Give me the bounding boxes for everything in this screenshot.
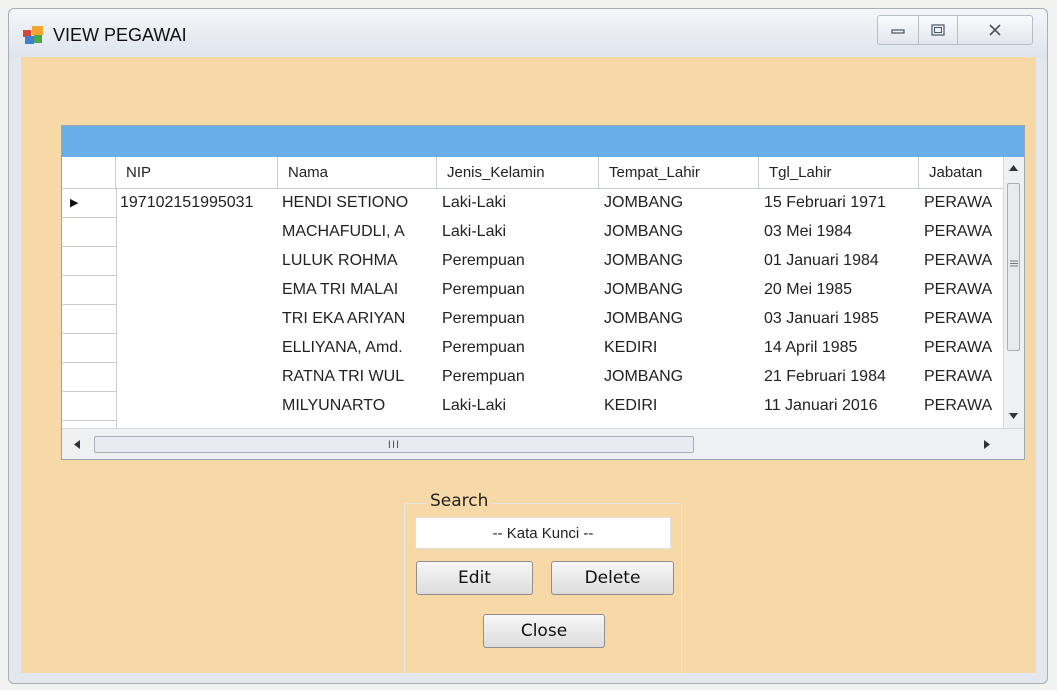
cell-tgl-lahir[interactable]: 01 Januari 1984: [764, 247, 917, 276]
row-header[interactable]: [62, 363, 116, 392]
cell-jenis-kelamin[interactable]: Perempuan: [442, 363, 597, 392]
cell-jabatan[interactable]: PERAWA: [924, 392, 1004, 421]
column-header-jabatan[interactable]: Jabatan: [919, 157, 1006, 189]
cell-tgl-lahir[interactable]: 03 Januari 1985: [764, 305, 917, 334]
row-header[interactable]: ▶: [62, 189, 116, 218]
cell-nama[interactable]: TRI EKA ARIYAN: [282, 305, 434, 334]
row-header[interactable]: [62, 305, 116, 334]
cell-nama[interactable]: EMA TRI MALAI: [282, 276, 434, 305]
column-header-jenis-kelamin[interactable]: Jenis_Kelamin: [437, 157, 599, 189]
cell-tempat-lahir[interactable]: JOMBANG: [604, 189, 757, 218]
cell-nama[interactable]: ELLIYANA, Amd.: [282, 334, 434, 363]
scroll-down-icon[interactable]: [1009, 413, 1018, 419]
cell-jenis-kelamin[interactable]: Perempuan: [442, 334, 597, 363]
scroll-up-icon[interactable]: [1009, 165, 1018, 171]
cell-jenis-kelamin[interactable]: Perempuan: [442, 276, 597, 305]
cell-tgl-lahir[interactable]: 03 Mei 1984: [764, 218, 917, 247]
title-bar[interactable]: VIEW PEGAWAI: [9, 9, 1047, 57]
grip-label: III: [387, 438, 401, 451]
cell-nama[interactable]: MILYUNARTO: [282, 392, 434, 421]
close-button[interactable]: Close: [483, 614, 605, 648]
horizontal-scrollbar[interactable]: III: [62, 428, 1024, 459]
cell-nama[interactable]: LULUK ROHMA: [282, 247, 434, 276]
window-title: VIEW PEGAWAI: [53, 25, 187, 45]
cell-jabatan[interactable]: PERAWA: [924, 218, 1004, 247]
cell-tempat-lahir[interactable]: JOMBANG: [604, 247, 757, 276]
cell-jabatan[interactable]: PERAWA: [924, 334, 1004, 363]
cell-jabatan[interactable]: PERAWA: [924, 189, 1004, 218]
vertical-scroll-thumb[interactable]: [1007, 183, 1020, 351]
cell-tgl-lahir[interactable]: 15 Februari 1971: [764, 189, 917, 218]
edit-button[interactable]: Edit: [416, 561, 533, 595]
cell-tempat-lahir[interactable]: JOMBANG: [604, 218, 757, 247]
cell-tgl-lahir[interactable]: 11 Januari 2016: [764, 392, 917, 421]
cell-jabatan[interactable]: PERAWA: [924, 247, 1004, 276]
scroll-right-icon[interactable]: [984, 440, 990, 449]
cell-tempat-lahir[interactable]: JOMBANG: [604, 276, 757, 305]
cell-jenis-kelamin[interactable]: Laki-Laki: [442, 392, 597, 421]
current-row-indicator-icon: ▶: [70, 197, 79, 209]
cell-jabatan[interactable]: PERAWA: [924, 276, 1004, 305]
view-pegawai-window: VIEW PEGAWAI NIP Nama Jenis_Kelamin Temp…: [8, 8, 1048, 684]
cell-jabatan[interactable]: PERAWA: [924, 363, 1004, 392]
row-header[interactable]: [62, 218, 116, 247]
maximize-icon: [931, 24, 945, 36]
close-window-button[interactable]: [957, 15, 1033, 45]
cell-jenis-kelamin[interactable]: Laki-Laki: [442, 218, 597, 247]
app-icon: [23, 26, 43, 44]
cell-tempat-lahir[interactable]: JOMBANG: [604, 363, 757, 392]
row-header[interactable]: [62, 334, 116, 363]
close-icon: [989, 24, 1001, 36]
cell-jenis-kelamin[interactable]: Laki-Laki: [442, 189, 597, 218]
column-header-nip[interactable]: NIP: [116, 157, 278, 189]
cell-tempat-lahir[interactable]: KEDIRI: [604, 392, 757, 421]
grid-top-band: [62, 126, 1024, 157]
form-client-area: NIP Nama Jenis_Kelamin Tempat_Lahir Tgl_…: [21, 57, 1036, 678]
delete-button[interactable]: Delete: [551, 561, 674, 595]
cell-nama[interactable]: RATNA TRI WUL: [282, 363, 434, 392]
vertical-scrollbar[interactable]: [1003, 157, 1024, 429]
cell-tempat-lahir[interactable]: KEDIRI: [604, 334, 757, 363]
cell-nama[interactable]: MACHAFUDLI, A: [282, 218, 434, 247]
maximize-button[interactable]: [918, 15, 958, 45]
minimize-icon: [891, 29, 905, 34]
row-header[interactable]: [62, 276, 116, 305]
scroll-left-icon[interactable]: [74, 440, 80, 449]
search-input[interactable]: [415, 517, 671, 549]
cell-tgl-lahir[interactable]: 20 Mei 1985: [764, 276, 917, 305]
cell-nip[interactable]: 197102151995031: [120, 189, 276, 218]
search-group-label: Search: [427, 491, 492, 511]
column-header-tgl-lahir[interactable]: Tgl_Lahir: [759, 157, 919, 189]
cell-tempat-lahir[interactable]: JOMBANG: [604, 305, 757, 334]
minimize-button[interactable]: [877, 15, 919, 45]
cell-tgl-lahir[interactable]: 21 Februari 1984: [764, 363, 917, 392]
row-header[interactable]: [62, 392, 116, 421]
cell-jenis-kelamin[interactable]: Perempuan: [442, 247, 597, 276]
top-left-header-cell[interactable]: [62, 157, 116, 189]
column-header-nama[interactable]: Nama: [278, 157, 437, 189]
column-header-tempat-lahir[interactable]: Tempat_Lahir: [599, 157, 759, 189]
pegawai-datagrid[interactable]: NIP Nama Jenis_Kelamin Tempat_Lahir Tgl_…: [61, 125, 1025, 460]
row-header[interactable]: [62, 247, 116, 276]
horizontal-scroll-thumb[interactable]: III: [94, 436, 694, 453]
cell-jenis-kelamin[interactable]: Perempuan: [442, 305, 597, 334]
cell-nama[interactable]: HENDI SETIONO: [282, 189, 434, 218]
cell-jabatan[interactable]: PERAWA: [924, 305, 1004, 334]
grip-icon: [1010, 260, 1018, 267]
cell-tgl-lahir[interactable]: 14 April 1985: [764, 334, 917, 363]
